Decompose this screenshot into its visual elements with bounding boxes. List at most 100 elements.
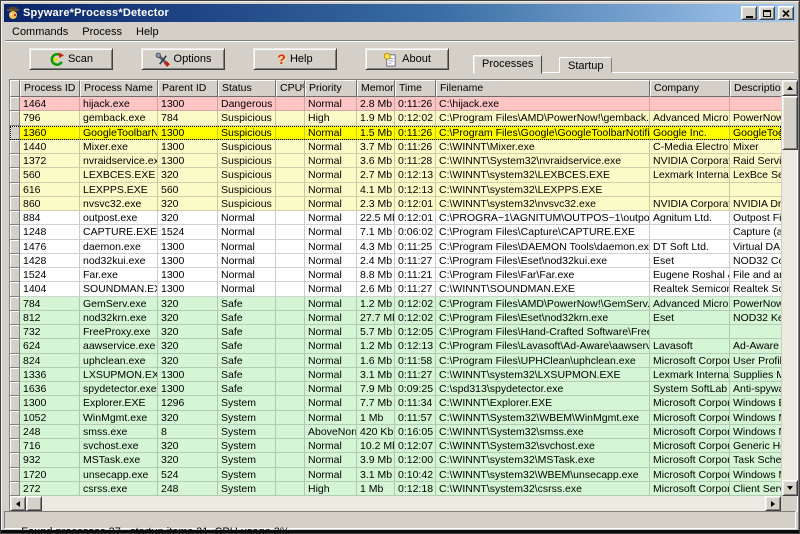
- column-header-priority[interactable]: Priority: [305, 80, 357, 97]
- cell-pid: 1372: [20, 154, 80, 169]
- cell-time: 0:12:02: [395, 296, 436, 311]
- cell-pid: 616: [20, 182, 80, 197]
- table-row[interactable]: 616 LEXPPS.EXE 560 Suspicious Normal 4.1 Mb 0:…: [10, 182, 781, 197]
- column-header-description[interactable]: Description: [730, 80, 781, 97]
- column-header-filename[interactable]: Filename: [436, 80, 650, 97]
- column-header-pid[interactable]: Process ID: [20, 80, 80, 97]
- horizontal-scroll-thumb[interactable]: [26, 496, 42, 511]
- scan-button[interactable]: Scan: [29, 48, 113, 70]
- cell-memory: 1.2 Mb: [357, 296, 395, 311]
- cell-parent: 8: [158, 424, 218, 439]
- column-header-company[interactable]: Company: [650, 80, 730, 97]
- cell-filename: C:\Program Files\Eset\nod32krn.exe: [436, 310, 650, 325]
- cell-cpu: [276, 410, 305, 425]
- table-row[interactable]: 1052 WinMgmt.exe 320 System Normal 1 Mb 0:11:5…: [10, 410, 781, 425]
- table-row[interactable]: 1300 Explorer.EXE 1296 System Normal 7.7 Mb 0:…: [10, 396, 781, 411]
- cell-pid: 716: [20, 439, 80, 454]
- table-row[interactable]: 1336 LXSUPMON.EXE 1300 Safe Normal 3.1 Mb 0:11…: [10, 367, 781, 382]
- cell-priority: Normal: [305, 182, 357, 197]
- scroll-left-button[interactable]: [10, 496, 26, 511]
- cell-pid: 560: [20, 168, 80, 183]
- table-row[interactable]: 732 FreeProxy.exe 320 Safe Normal 5.7 Mb 0:12:…: [10, 325, 781, 340]
- about-button[interactable]: About: [365, 48, 449, 70]
- cell-memory: 4.3 Mb: [357, 239, 395, 254]
- column-header-time[interactable]: Time: [395, 80, 436, 97]
- cell-priority: Normal: [305, 310, 357, 325]
- cell-description: PowerNow!: [730, 296, 781, 311]
- table-row[interactable]: 1464 hijack.exe 1300 Dangerous Normal 2.8 Mb 0…: [10, 97, 781, 112]
- table-row[interactable]: 1476 daemon.exe 1300 Normal Normal 4.3 Mb 0:11…: [10, 239, 781, 254]
- menu-help[interactable]: Help: [129, 25, 166, 39]
- column-header-status[interactable]: Status: [218, 80, 276, 97]
- scroll-up-button[interactable]: [782, 80, 798, 96]
- table-row[interactable]: 1360GoogleToolbarNotif1300Suspicious Norm…: [10, 125, 781, 140]
- table-row[interactable]: 824 uphclean.exe 320 Safe Normal 1.6 Mb 0:11:5…: [10, 353, 781, 368]
- cell-cpu: [276, 125, 305, 140]
- help-button[interactable]: ? Help: [253, 48, 337, 70]
- cell-description: [730, 97, 781, 112]
- table-row[interactable]: 1720 unsecapp.exe 524 System Normal 3.1 Mb 0:1…: [10, 467, 781, 482]
- horizontal-scrollbar[interactable]: [10, 496, 781, 511]
- cell-name: daemon.exe: [80, 239, 158, 254]
- table-row[interactable]: 272 csrss.exe 248 System High 1 Mb 0:12:18 C:\W…: [10, 481, 781, 496]
- table-row[interactable]: 624 aawservice.exe 320 Safe Normal 1.2 Mb 0:12…: [10, 339, 781, 354]
- menu-commands[interactable]: Commands: [5, 25, 75, 39]
- menu-process[interactable]: Process: [75, 25, 129, 39]
- cell-time: 0:11:26: [395, 125, 436, 140]
- cell-time: 0:12:00: [395, 453, 436, 468]
- table-row[interactable]: 560 LEXBCES.EXE 320 Suspicious Normal 2.7 Mb 0…: [10, 168, 781, 183]
- cell-company: Microsoft Corporatio: [650, 453, 730, 468]
- column-header-name[interactable]: Process Name: [80, 80, 158, 97]
- options-button[interactable]: Options: [141, 48, 225, 70]
- table-row[interactable]: 860 nvsvc32.exe 320 Suspicious Normal 2.3 Mb 0…: [10, 196, 781, 211]
- cell-status: System: [218, 424, 276, 439]
- cell-priority: Normal: [305, 211, 357, 226]
- tab-startup[interactable]: Startup: [559, 57, 613, 73]
- table-row[interactable]: 248smss.exe8System AboveNormal420 Kb0:16:…: [10, 424, 781, 439]
- cell-status: Normal: [218, 225, 276, 240]
- maximize-button[interactable]: [759, 6, 775, 20]
- cell-filename: C:\PROGRA~1\AGNITUM\OUTPOS~1\outpost.exe: [436, 211, 650, 226]
- table-header-row: Process ID Process Name Parent ID Status CPU…: [10, 80, 781, 97]
- scroll-right-button[interactable]: [765, 496, 781, 511]
- cell-filename: C:\WINNT\System32\svchost.exe: [436, 439, 650, 454]
- column-header-parent[interactable]: Parent ID: [158, 80, 218, 97]
- table-row[interactable]: 796 gemback.exe 784 Suspicious High 1.9 Mb 0:1…: [10, 111, 781, 126]
- vertical-scroll-thumb[interactable]: [782, 96, 798, 150]
- table-row[interactable]: 812 nod32krn.exe 320 Safe Normal 27.7 Mb 0:12:…: [10, 310, 781, 325]
- column-header-memory[interactable]: Memory: [357, 80, 395, 97]
- table-row[interactable]: 932 MSTask.exe 320 System Normal 3.9 Mb 0:12:0…: [10, 453, 781, 468]
- cell-company: Eset: [650, 310, 730, 325]
- cell-memory: 2.4 Mb: [357, 253, 395, 268]
- table-row[interactable]: 1372 nvraidservice.exe 1300 Suspicious Norma…: [10, 154, 781, 169]
- tab-processes[interactable]: Processes: [473, 55, 543, 74]
- vertical-scroll-track[interactable]: [782, 150, 797, 480]
- row-gutter: [10, 97, 20, 112]
- table-row[interactable]: 1248 CAPTURE.EXE 1524 Normal Normal 7.1 Mb 0:0…: [10, 225, 781, 240]
- table-row[interactable]: 1524 Far.exe 1300 Normal Normal 8.8 Mb 0:11:21…: [10, 268, 781, 283]
- cell-memory: 1 Mb: [357, 481, 395, 496]
- cell-description: File and arc: [730, 268, 781, 283]
- column-header-cpu[interactable]: CPU%: [276, 80, 305, 97]
- cell-filename: C:\WINNT\System32\WBEM\WinMgmt.exe: [436, 410, 650, 425]
- table-row[interactable]: 1440 Mixer.exe 1300 Suspicious Normal 3.7 Mb 0…: [10, 139, 781, 154]
- vertical-scrollbar[interactable]: [781, 80, 798, 496]
- horizontal-scroll-track[interactable]: [42, 496, 765, 511]
- cell-status: Normal: [218, 282, 276, 297]
- table-row[interactable]: 1428 nod32kui.exe 1300 Normal Normal 2.4 Mb 0:…: [10, 253, 781, 268]
- table-row[interactable]: 716 svchost.exe 320 System Normal 10.2 Mb 0:12…: [10, 439, 781, 454]
- cell-filename: C:\WINNT\system32\LEXBCES.EXE: [436, 168, 650, 183]
- cell-memory: 420 Kb: [357, 424, 395, 439]
- minimize-button[interactable]: [741, 6, 757, 20]
- cell-name: nvsvc32.exe: [80, 196, 158, 211]
- cell-parent: 1300: [158, 253, 218, 268]
- table-row[interactable]: 884 outpost.exe 320 Normal Normal 22.5 Mb 0:12…: [10, 211, 781, 226]
- close-button[interactable]: [778, 6, 794, 20]
- cell-description: NOD32 Cor: [730, 253, 781, 268]
- cell-description: [730, 182, 781, 197]
- table-row[interactable]: 784 GemServ.exe 320 Safe Normal 1.2 Mb 0:12:02…: [10, 296, 781, 311]
- cell-time: 0:12:13: [395, 182, 436, 197]
- table-row[interactable]: 1636 spydetector.exe 1300 Safe Normal 7.9 Mb 0…: [10, 382, 781, 397]
- table-row[interactable]: 1404SOUNDMAN.EXE1300NormalNormal2.6 Mb0:…: [10, 282, 781, 297]
- scroll-down-button[interactable]: [782, 480, 798, 496]
